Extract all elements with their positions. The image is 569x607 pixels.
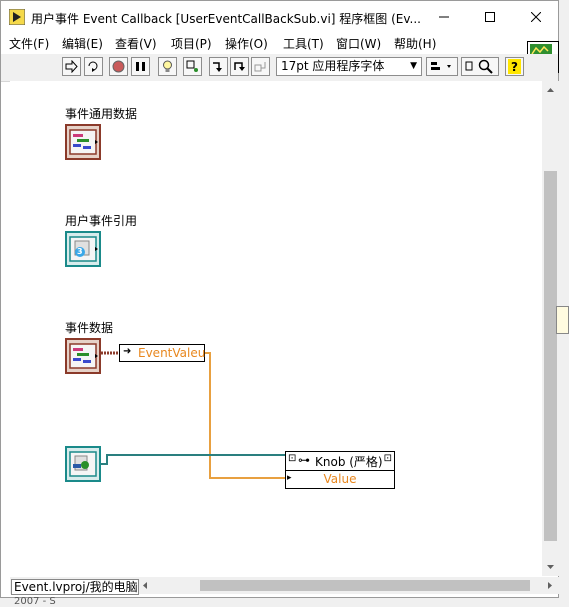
minimize-icon [439, 16, 449, 18]
unbundle-field-label: EventValeu [138, 346, 206, 360]
search-icon [465, 59, 493, 74]
horizontal-scroll-thumb[interactable] [200, 580, 530, 591]
user-event-refnum-icon [69, 236, 98, 262]
chevron-down-icon: ▼ [410, 61, 417, 71]
highlight-bulb-icon [163, 60, 172, 72]
refnum-out-icon: ⊡ [383, 453, 392, 464]
pause-button[interactable] [131, 57, 150, 76]
maximize-icon [485, 12, 495, 22]
menu-help[interactable]: 帮助(H) [394, 35, 436, 52]
retain-wire-values-button[interactable] [183, 57, 202, 76]
step-over-icon [234, 62, 245, 71]
retain-wire-icon [186, 60, 198, 72]
context-help-button[interactable]: ? [505, 57, 524, 76]
maximize-button[interactable] [467, 1, 513, 33]
menu-edit[interactable]: 编辑(E) [62, 35, 103, 52]
knob-key-icon: ⊶ [298, 453, 310, 467]
menu-view[interactable]: 查看(V) [115, 35, 157, 52]
user-event-ref-terminal[interactable]: 3 [65, 231, 101, 267]
font-select-value: 17pt 应用程序字体 [281, 59, 385, 73]
ref-badge-number: 3 [77, 247, 83, 256]
event-common-data-terminal[interactable] [65, 124, 101, 160]
block-diagram-window: 用户事件 Event Callback [UserEventCallBackSu… [0, 0, 559, 598]
block-diagram-canvas[interactable]: 事件通用数据 用户事件引用 3 事件数据 ➜ EventValeu ⊡ ⊶ Kn… [10, 81, 542, 576]
menu-bar: 文件(F) 编辑(E) 查看(V) 项目(P) 操作(O) 工具(T) 窗口(W… [1, 33, 558, 53]
run-continuous-icon [88, 61, 98, 72]
menu-tools[interactable]: 工具(T) [283, 35, 324, 52]
event-data-label: 事件数据 [65, 321, 114, 335]
menu-operate[interactable]: 操作(O) [225, 35, 268, 52]
labview-app-icon [9, 9, 25, 25]
scroll-right-icon [548, 582, 552, 589]
pause-icon [136, 62, 145, 71]
refnum-in-icon: ⊡ [288, 453, 297, 464]
event-data-terminal[interactable] [65, 338, 101, 374]
unbundle-arrow-icon: ➜ [123, 346, 132, 357]
property-node-class: Knob (严格) [315, 455, 383, 469]
close-icon [531, 12, 541, 22]
event-value-wire[interactable] [204, 352, 292, 479]
step-out-icon [254, 62, 266, 72]
scroll-down-icon [547, 565, 554, 569]
abort-button[interactable] [109, 57, 128, 76]
scroll-up-icon [547, 88, 554, 92]
menu-project[interactable]: 项目(P) [171, 35, 212, 52]
title-bar: 用户事件 Event Callback [UserEventCallBackSu… [1, 1, 558, 33]
run-arrow-icon [65, 60, 78, 73]
run-button[interactable] [62, 57, 81, 76]
search-button[interactable] [461, 57, 499, 76]
vertical-scroll-thumb[interactable] [544, 171, 557, 541]
align-icon [431, 62, 451, 70]
user-event-ref-label: 用户事件引用 [65, 214, 138, 228]
svg-text:?: ? [511, 60, 518, 74]
control-refnum-icon [69, 451, 97, 477]
minimize-button[interactable] [421, 1, 467, 33]
event-common-data-label: 事件通用数据 [65, 107, 138, 121]
font-select[interactable]: 17pt 应用程序字体 ▼ [276, 57, 422, 76]
highlight-execution-button[interactable] [158, 57, 177, 76]
menu-window[interactable]: 窗口(W) [336, 35, 381, 52]
cluster-icon [69, 129, 98, 155]
abort-icon [112, 60, 125, 73]
help-icon: ? [508, 59, 521, 74]
window-title: 用户事件 Event Callback [UserEventCallBackSu… [31, 12, 421, 26]
project-path-status: Event.lvproj/我的电脑 [11, 579, 139, 595]
align-objects-button[interactable] [426, 57, 458, 76]
knob-refnum-terminal[interactable] [65, 446, 101, 482]
property-node[interactable]: ⊡ ⊶ Knob (严格) ⊡ ▸ Value [285, 451, 395, 489]
background-footer-text: 2007 - S [14, 596, 56, 607]
unbundle-by-name-node[interactable]: ➜ EventValeu [119, 344, 205, 362]
step-into-icon [213, 62, 222, 72]
step-into-button[interactable] [209, 57, 228, 76]
step-out-button[interactable] [251, 57, 270, 76]
cluster-icon [69, 343, 98, 369]
step-over-button[interactable] [230, 57, 249, 76]
run-continuous-button[interactable] [84, 57, 103, 76]
menu-file[interactable]: 文件(F) [9, 35, 49, 52]
close-button[interactable] [513, 1, 559, 33]
property-node-header: ⊡ ⊶ Knob (严格) ⊡ [286, 452, 394, 471]
knob-refnum-wire[interactable] [101, 454, 290, 465]
toolbar: 17pt 应用程序字体 ▼ ? [1, 54, 558, 82]
scroll-left-icon [143, 582, 147, 589]
property-value-label: Value [323, 472, 357, 486]
background-window-edge [556, 306, 569, 334]
